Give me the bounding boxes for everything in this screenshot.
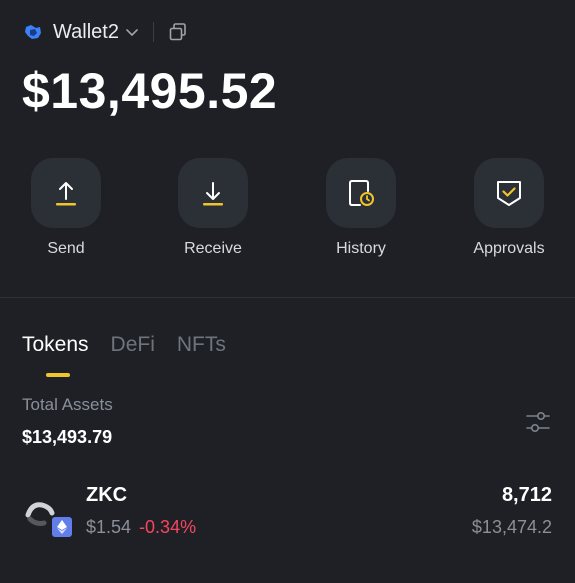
copy-icon[interactable] — [168, 22, 188, 42]
token-value: $13,474.2 — [471, 517, 552, 537]
receive-action[interactable]: Receive — [158, 158, 268, 258]
receive-label: Receive — [184, 240, 242, 257]
total-balance: $13,495.52 — [22, 63, 278, 119]
section-divider — [0, 297, 575, 298]
approvals-action[interactable]: Approvals — [454, 158, 564, 258]
token-price: $1.54 — [86, 517, 132, 537]
history-icon — [349, 180, 374, 206]
header-divider — [152, 22, 154, 42]
active-tab-indicator — [46, 373, 70, 377]
action-bar: Send Receive History Approvals — [0, 158, 575, 268]
wallet-logo-icon — [22, 21, 44, 43]
token-change: -0.34% — [139, 517, 197, 537]
receive-button[interactable] — [178, 158, 248, 228]
tab-tokens[interactable]: Tokens — [22, 333, 89, 357]
history-label: History — [336, 240, 386, 257]
chevron-down-icon[interactable] — [125, 25, 139, 39]
send-button[interactable] — [31, 158, 101, 228]
filter-sliders-icon[interactable] — [524, 409, 552, 435]
approvals-button[interactable] — [474, 158, 544, 228]
token-amount: 8,712 — [501, 484, 552, 506]
asset-tabs: Tokens DeFi NFTs — [22, 333, 248, 357]
wallet-page: Wallet2 $13,495.52 Send Receive History … — [0, 0, 575, 583]
token-row[interactable]: ZKC $1.54 -0.34% 8,712 $13,474.2 — [0, 478, 575, 548]
history-button[interactable] — [326, 158, 396, 228]
wallet-name[interactable]: Wallet2 — [53, 21, 119, 44]
receive-icon — [203, 182, 223, 206]
token-symbol: ZKC — [86, 484, 128, 506]
send-action[interactable]: Send — [11, 158, 121, 258]
approvals-label: Approvals — [473, 240, 545, 257]
tab-nfts[interactable]: NFTs — [177, 333, 226, 357]
approvals-icon — [497, 181, 521, 206]
send-icon — [56, 182, 76, 206]
token-price-row: $1.54 -0.34% — [86, 517, 196, 538]
wallet-header: Wallet2 — [22, 18, 188, 46]
ethereum-icon — [50, 515, 74, 539]
send-label: Send — [47, 240, 85, 257]
total-assets-value: $13,493.79 — [22, 427, 113, 447]
tab-defi[interactable]: DeFi — [111, 333, 155, 357]
total-assets-label: Total Assets — [22, 395, 113, 414]
history-action[interactable]: History — [306, 158, 416, 258]
